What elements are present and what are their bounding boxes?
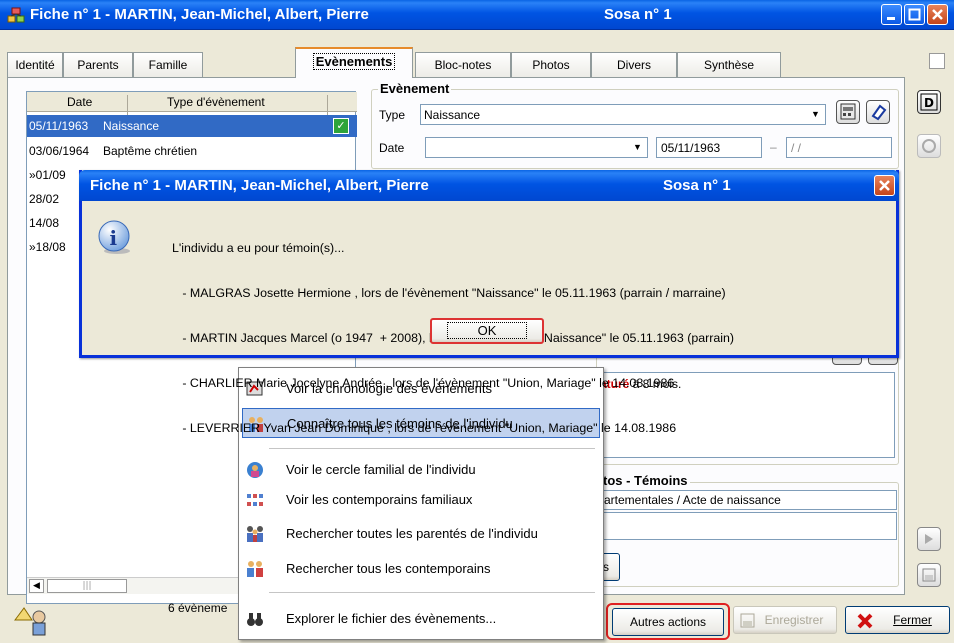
close-button[interactable]: Fermer [845, 606, 950, 634]
people-group-icon[interactable] [12, 604, 52, 638]
save-button[interactable]: Enregistrer [733, 606, 837, 634]
type-label: Type [379, 108, 406, 122]
dialog-title: Fiche n° 1 - MARTIN, Jean-Michel, Albert… [90, 177, 429, 194]
search-people-icon [247, 561, 263, 577]
refresh-icon [922, 139, 936, 153]
refresh-button[interactable] [917, 134, 941, 158]
tab-photos[interactable]: Photos [511, 52, 591, 78]
menu-item-family-circle[interactable]: Voir le cercle familial de l'individu [242, 455, 600, 485]
tab-parents[interactable]: Parents [63, 52, 133, 78]
witness-line: - LEVERRIER Yvan Jean Dominique , lors d… [172, 421, 677, 435]
other-actions-button[interactable]: Autres actions [612, 608, 724, 636]
floppy-icon [922, 568, 936, 582]
event-row[interactable]: 05/11/1963 Naissance ✓ [27, 115, 357, 137]
source-field[interactable]: artementales / Acte de naissance [599, 490, 897, 510]
close-window-button[interactable] [927, 4, 948, 25]
save-small-button[interactable] [917, 563, 941, 587]
window-sosa: Sosa n° 1 [604, 6, 672, 23]
chevron-down-icon: ▼ [633, 142, 642, 152]
menu-item-relatives[interactable]: Rechercher toutes les parentés de l'indi… [242, 519, 600, 549]
menu-item-contemporaries-family[interactable]: Voir les contemporains familiaux [242, 485, 600, 515]
tab-divers[interactable]: Divers [591, 52, 677, 78]
window-title: Fiche n° 1 - MARTIN, Jean-Michel, Albert… [30, 6, 369, 23]
date-input-end[interactable]: / / [786, 137, 892, 158]
id-card-button[interactable]: D [917, 90, 941, 114]
forward-icon [925, 534, 933, 544]
date-label: Date [379, 141, 405, 155]
scroll-left-icon[interactable]: ◀ [29, 579, 44, 593]
dialog-titlebar[interactable]: Fiche n° 1 - MARTIN, Jean-Michel, Albert… [79, 170, 899, 201]
svg-text:i: i [110, 226, 118, 250]
eraser-icon [871, 104, 887, 121]
id-card-icon: D [920, 93, 938, 111]
scroll-thumb[interactable]: ||| [47, 579, 127, 593]
tab-bloc-notes[interactable]: Bloc-notes [415, 52, 511, 78]
dialog-sosa: Sosa n° 1 [663, 177, 731, 194]
binoculars-icon [247, 613, 263, 626]
forward-button[interactable] [917, 527, 941, 551]
maximize-button[interactable] [904, 4, 925, 25]
date-input[interactable]: 05/11/1963 [656, 137, 762, 158]
contemporaries-icon [247, 494, 263, 506]
window-titlebar[interactable]: Fiche n° 1 - MARTIN, Jean-Michel, Albert… [0, 0, 954, 30]
menu-item-explore-events[interactable]: Explorer le fichier des évènements... [242, 604, 600, 634]
date-qualifier-select[interactable]: ▼ [425, 137, 648, 158]
event-group-title: Evènement [378, 81, 452, 96]
tab-identite[interactable]: Identité [7, 52, 63, 78]
calendar-icon [840, 103, 856, 120]
witness-line: - CHARLIER Marie Jocelyne Andrée , lors … [172, 376, 675, 390]
family-circle-icon [247, 462, 263, 478]
tab-evenements[interactable]: Evènements [295, 47, 413, 78]
relatives-icon [247, 526, 263, 542]
event-type-select[interactable]: Naissance ▼ [420, 104, 826, 125]
col-type-header[interactable]: Type d'évènement [167, 95, 265, 109]
menu-item-all-contemporaries[interactable]: Rechercher tous les contemporains [242, 554, 600, 584]
event-row[interactable]: 03/06/1964 Baptême chrétien [27, 140, 357, 162]
info-icon: i [98, 220, 130, 254]
tab-famille[interactable]: Famille [133, 52, 203, 78]
close-icon [932, 9, 943, 20]
dialog-close-button[interactable] [874, 175, 895, 196]
events-count: 6 évèneme [168, 601, 228, 615]
tab-bar: Identité Parents Famille Evènements Bloc… [7, 47, 897, 78]
events-list-header: Date Type d'évènement [27, 92, 357, 115]
red-x-icon [857, 613, 873, 629]
eraser-button[interactable] [866, 100, 890, 124]
source-field-2[interactable] [599, 512, 897, 540]
close-icon [879, 180, 890, 191]
floppy-icon [740, 613, 755, 628]
check-icon: ✓ [333, 118, 349, 134]
col-date-header[interactable]: Date [67, 95, 92, 109]
minimize-button[interactable] [881, 4, 902, 25]
minimize-icon [887, 17, 895, 20]
option-checkbox[interactable] [929, 53, 945, 69]
calendar-button[interactable] [836, 100, 860, 124]
ok-button[interactable]: OK [430, 318, 544, 344]
chevron-down-icon: ▼ [811, 109, 820, 119]
tab-synthese[interactable]: Synthèse [677, 52, 781, 78]
sources-group-title: tos - Témoins [601, 473, 690, 488]
tree-app-icon [7, 7, 25, 23]
svg-text:D: D [924, 96, 934, 110]
witness-line: - MALGRAS Josette Hermione , lors de l'é… [172, 286, 726, 300]
maximize-icon [908, 8, 921, 21]
